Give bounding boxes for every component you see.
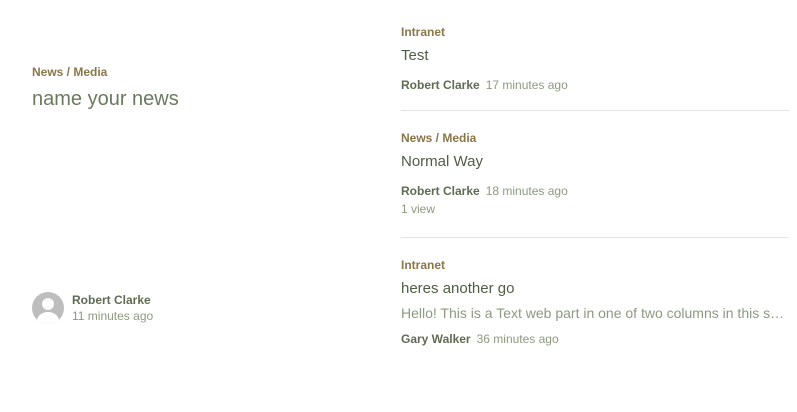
avatar[interactable] (32, 292, 64, 324)
view-count: 1 view (401, 202, 436, 216)
news-author[interactable]: Robert Clarke (401, 77, 480, 93)
news-category[interactable]: Intranet (401, 257, 789, 273)
hero-news-item[interactable]: News / Media name your news (32, 64, 362, 112)
list-item[interactable]: Intranet heres another go Hello! This is… (401, 238, 789, 347)
news-page: News / Media name your news Robert Clark… (0, 0, 797, 412)
hero-time: 11 minutes ago (72, 309, 154, 323)
news-time: 36 minutes ago (476, 332, 559, 346)
person-icon (42, 298, 54, 310)
news-time: 18 minutes ago (485, 184, 568, 198)
news-title[interactable]: Normal Way (401, 152, 789, 172)
list-item[interactable]: News / Media Normal Way Robert Clarke 18… (401, 111, 789, 237)
news-category[interactable]: News / Media (401, 130, 789, 146)
news-title[interactable]: heres another go (401, 279, 789, 299)
news-description: Hello! This is a Text web part in one of… (401, 305, 789, 321)
news-meta: Gary Walker 36 minutes ago (401, 331, 789, 347)
news-author[interactable]: Gary Walker (401, 331, 471, 347)
news-title[interactable]: Test (401, 46, 789, 66)
news-category[interactable]: Intranet (401, 24, 789, 40)
list-item[interactable]: Intranet Test Robert Clarke 17 minutes a… (401, 24, 789, 110)
hero-category[interactable]: News / Media (32, 64, 362, 80)
hero-author-name[interactable]: Robert Clarke (72, 292, 153, 308)
news-meta: Robert Clarke 17 minutes ago (401, 77, 789, 93)
news-meta: Robert Clarke 18 minutes ago (401, 183, 789, 199)
news-time: 17 minutes ago (485, 78, 568, 92)
hero-title[interactable]: name your news (32, 86, 362, 112)
news-author[interactable]: Robert Clarke (401, 183, 480, 199)
news-list: Intranet Test Robert Clarke 17 minutes a… (401, 24, 789, 347)
hero-author: Robert Clarke 11 minutes ago (32, 292, 153, 324)
